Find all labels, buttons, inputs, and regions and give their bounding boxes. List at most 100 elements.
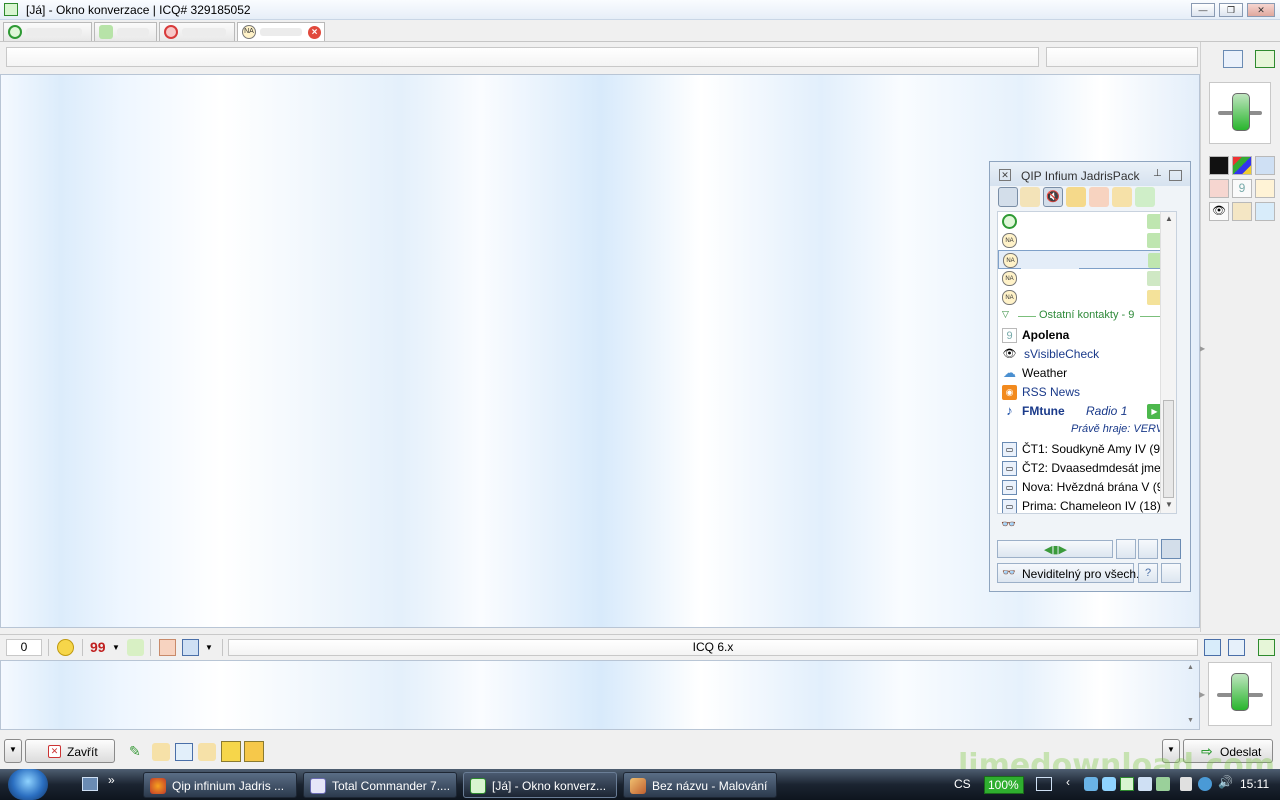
users-icon[interactable] xyxy=(152,743,170,761)
quote-icon[interactable]: 99 xyxy=(90,639,107,656)
search-contact-icon[interactable] xyxy=(1116,539,1136,559)
list-item[interactable]: ◉ RSS News xyxy=(998,383,1162,402)
close-button[interactable]: ✕ Zavřít xyxy=(25,739,115,763)
taskbar-item-active[interactable]: [Já] - Okno konverz... xyxy=(463,772,617,798)
start-button[interactable] xyxy=(8,769,48,800)
list-item[interactable]: ▭ ČT1: Soudkyně Amy IV (9/24) xyxy=(998,440,1176,459)
tray-display-icon[interactable] xyxy=(1138,777,1152,791)
groups-icon[interactable] xyxy=(1020,187,1040,207)
color-palette-icon[interactable] xyxy=(1232,156,1252,175)
tv-icon[interactable] xyxy=(1232,202,1252,221)
tray-keyboard-icon[interactable] xyxy=(1036,777,1052,791)
panel-toggle-icon[interactable] xyxy=(1258,639,1275,656)
chat-tab[interactable] xyxy=(3,22,92,41)
edit-pen-icon[interactable]: ✎ xyxy=(129,743,147,761)
main-menu-button[interactable]: ◀▮▶ xyxy=(997,540,1113,558)
input-scrollbar[interactable]: ▲ ▼ xyxy=(1184,661,1198,729)
restore-button[interactable]: ❐ xyxy=(1219,3,1243,17)
taskbar-item[interactable]: Qip infinium Jadris ... xyxy=(143,772,297,798)
send-file-icon[interactable] xyxy=(1204,639,1221,656)
scroll-down-icon[interactable]: ▼ xyxy=(1165,500,1173,509)
volume-icon[interactable]: 🔊 xyxy=(1218,775,1233,789)
tray-wifi-icon[interactable] xyxy=(1198,777,1212,791)
scroll-up-icon[interactable]: ▲ xyxy=(1187,664,1194,671)
taskbar-item[interactable]: Bez názvu - Malování xyxy=(623,772,777,798)
red-figure-icon[interactable] xyxy=(1209,179,1229,198)
glasses-face-icon[interactable]: 👓 xyxy=(1001,517,1017,533)
contact-details-icon[interactable] xyxy=(1223,50,1243,68)
messages-icon[interactable] xyxy=(1066,187,1086,207)
settings-icon[interactable] xyxy=(1138,539,1158,559)
tag-icon[interactable] xyxy=(1255,179,1275,198)
mute-sound-icon[interactable]: 🔇 xyxy=(1043,187,1063,207)
list-item[interactable]: ▭ Nova: Hvězdná brána V (9) xyxy=(998,478,1167,497)
list-item-selected[interactable]: NA xyxy=(998,250,1163,269)
compress-icon[interactable] xyxy=(1228,639,1245,656)
smiley-icon[interactable] xyxy=(57,639,74,656)
close-window-button[interactable]: ✕ xyxy=(1247,3,1275,17)
folder-icon[interactable] xyxy=(1255,50,1275,68)
profile-icon[interactable] xyxy=(1161,563,1181,583)
list-item[interactable]: NA xyxy=(998,288,1162,307)
cloud-icon[interactable] xyxy=(1255,202,1275,221)
save-dropdown-icon[interactable]: ▼ xyxy=(205,643,222,660)
transliterate-icon[interactable] xyxy=(127,639,144,656)
message-input[interactable]: ▲ ▼ xyxy=(0,660,1200,730)
quick-launch-more-icon[interactable]: » xyxy=(108,773,115,787)
status-button[interactable]: 👓 Neviditelný pro všech.. xyxy=(997,563,1143,583)
black-square-icon[interactable] xyxy=(1209,156,1229,175)
calendar-icon[interactable] xyxy=(159,639,176,656)
plugins-icon[interactable] xyxy=(1135,187,1155,207)
list-item[interactable] xyxy=(998,212,1162,231)
close-panel-icon[interactable]: ✕ xyxy=(999,169,1011,181)
tray-expand-icon[interactable]: ‹ xyxy=(1066,775,1070,789)
list-item[interactable]: 👁 sVisibleCheck xyxy=(998,345,1162,364)
pin-icon[interactable]: ⊥ xyxy=(1153,168,1162,179)
image-icon[interactable] xyxy=(1255,156,1275,175)
templates-icon[interactable] xyxy=(221,741,241,762)
taskbar-item[interactable]: Total Commander 7.... xyxy=(303,772,457,798)
list-item[interactable]: NA xyxy=(998,231,1162,250)
calendar-icon[interactable] xyxy=(1089,187,1109,207)
battery-meter[interactable]: 100% xyxy=(984,776,1024,794)
scrollbar-thumb[interactable] xyxy=(1163,400,1174,498)
eye-icon[interactable]: 👁 xyxy=(1209,202,1229,221)
qip-traffic-light-icon xyxy=(1232,93,1250,131)
history-icon[interactable] xyxy=(175,743,193,761)
tools-icon[interactable] xyxy=(1112,187,1132,207)
tray-battery-icon[interactable] xyxy=(1180,777,1192,791)
list-item[interactable]: NA xyxy=(998,269,1162,288)
expand-arrow-icon[interactable]: ▶ xyxy=(1199,690,1205,699)
clock[interactable]: 15:11 xyxy=(1240,777,1269,791)
show-offline-icon[interactable] xyxy=(998,187,1018,207)
list-item[interactable]: ▭ Prima: Chameleon IV (18) xyxy=(998,497,1162,513)
list-item[interactable]: 9 Apolena xyxy=(998,326,1162,345)
minimize-button[interactable]: — xyxy=(1191,3,1215,17)
scroll-down-icon[interactable]: ▼ xyxy=(1187,717,1194,724)
tray-qip-icon[interactable] xyxy=(1120,777,1134,791)
contact-list[interactable]: NA NA NA NA ▽ Ostatní kontakty - 9 9 Apo… xyxy=(997,211,1177,514)
show-desktop-icon[interactable] xyxy=(82,777,98,791)
tools-icon[interactable] xyxy=(198,743,216,761)
templates-edit-icon[interactable] xyxy=(244,741,264,762)
scroll-up-icon[interactable]: ▲ xyxy=(1165,214,1173,223)
list-item[interactable]: ♪ FMtune Radio 1 ▶ xyxy=(998,402,1162,421)
tray-network-icon[interactable] xyxy=(1084,777,1098,791)
options-dropdown[interactable]: ▼ xyxy=(4,739,22,763)
tray-app-icon[interactable] xyxy=(1102,777,1116,791)
language-indicator[interactable]: CS xyxy=(954,777,971,791)
list-item[interactable]: ▭ ČT2: Dvaasedmdesát jmen če xyxy=(998,459,1176,478)
save-history-icon[interactable] xyxy=(182,639,199,656)
contact-list-scrollbar[interactable]: ▲ ▼ xyxy=(1160,212,1176,513)
chat-tab-active[interactable]: NA × xyxy=(237,22,325,41)
number-nine-icon[interactable]: 9 xyxy=(1232,179,1252,198)
close-tab-icon[interactable]: × xyxy=(308,26,321,39)
tray-power-icon[interactable] xyxy=(1156,777,1170,791)
collapse-panel-icon[interactable] xyxy=(1161,539,1181,559)
list-item[interactable]: ☁ Weather xyxy=(998,364,1162,383)
chat-tab[interactable] xyxy=(94,22,157,41)
group-header[interactable]: ▽ Ostatní kontakty - 9 xyxy=(998,307,1162,326)
help-icon[interactable]: ? xyxy=(1138,563,1158,583)
chat-tab[interactable] xyxy=(159,22,235,41)
minimize-panel-icon[interactable] xyxy=(1169,170,1182,181)
